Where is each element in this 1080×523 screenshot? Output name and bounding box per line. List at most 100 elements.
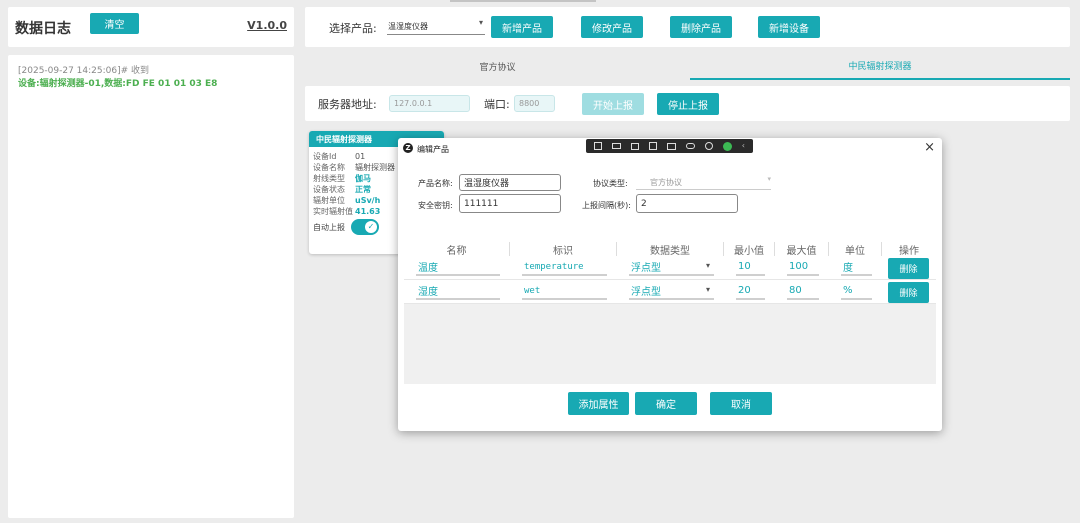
device-card-title: 中民辐射探测器	[316, 134, 372, 144]
attribute-name-field[interactable]: 湿度	[416, 283, 500, 300]
dialog-titlebar: Z 编辑产品 ‹ ×	[398, 138, 942, 158]
edit-product-button[interactable]: 修改产品	[581, 16, 643, 38]
device-info-key: 设备Id	[313, 152, 337, 161]
delete-product-button[interactable]: 删除产品	[670, 16, 732, 38]
add-product-button[interactable]: 新增产品	[491, 16, 553, 38]
gamepad-tool-icon[interactable]	[685, 143, 695, 149]
report-interval-input[interactable]: 2	[636, 194, 738, 213]
window-tool-strip: ‹	[586, 139, 753, 153]
start-report-button[interactable]: 开始上报	[582, 93, 644, 115]
log-entry-time: [2025-09-27 14:25:06]# 收到	[18, 66, 150, 76]
add-attribute-button[interactable]: 添加属性	[568, 392, 629, 415]
server-address-input[interactable]: 127.0.0.1	[389, 95, 470, 112]
port-input[interactable]: 8800	[514, 95, 555, 112]
product-select-value: 温湿度仪器	[388, 22, 428, 31]
confirm-button[interactable]: 确定	[635, 392, 697, 415]
attribute-name-value: 湿度	[418, 287, 438, 298]
cast-tool-icon[interactable]	[630, 142, 639, 150]
protocol-type-label: 协议类型:	[593, 179, 628, 188]
log-title: 数据日志	[15, 21, 71, 37]
server-address-label: 服务器地址:	[318, 98, 377, 111]
collapse-chevron-icon[interactable]: ‹	[742, 142, 745, 150]
auto-report-toggle[interactable]: ✓	[351, 219, 379, 235]
close-icon[interactable]: ×	[924, 140, 935, 155]
table-header-cell: 单位	[829, 242, 882, 257]
device-info-value: 伽马	[355, 174, 371, 183]
protocol-type-select[interactable]: 官方协议 ▾	[636, 175, 771, 190]
log-entry: [2025-09-27 14:25:06]# 收到 设备:辐射探测器-01,数据…	[18, 63, 288, 89]
screen-tool-icon[interactable]	[666, 142, 676, 150]
attribute-min-field[interactable]: 20	[736, 283, 765, 300]
tab-zhongmin-label: 中民辐射探测器	[848, 61, 912, 72]
add-device-button[interactable]: 新增设备	[758, 16, 820, 38]
app-logo-letter: Z	[405, 144, 411, 152]
report-interval-label: 上报间隔(秒):	[582, 201, 631, 210]
attribute-max-field[interactable]: 80	[787, 283, 819, 300]
delete-attribute-button[interactable]: 删除	[888, 258, 929, 279]
product-toolbar: 选择产品: 温湿度仪器 ▾ 新增产品 修改产品 删除产品 新增设备	[305, 7, 1070, 47]
chevron-down-icon: ▾	[767, 175, 771, 183]
attribute-unit-value: 度	[843, 263, 853, 274]
cancel-button[interactable]: 取消	[710, 392, 772, 415]
attribute-id-field[interactable]: wet	[522, 283, 607, 300]
server-bar: 服务器地址: 127.0.0.1 端口: 8800 开始上报 停止上报	[305, 86, 1070, 121]
table-row: 湿度 wet 浮点型 ▾ 20 80% 删除	[404, 280, 936, 304]
device-info-key: 设备状态	[313, 185, 345, 194]
attribute-type-value: 浮点型	[631, 263, 661, 274]
attribute-type-value: 浮点型	[631, 287, 661, 298]
tab-zhongmin[interactable]: 中民辐射探测器	[690, 52, 1070, 80]
device-info-value: 41.63	[355, 207, 381, 216]
attribute-min-field[interactable]: 10	[736, 259, 765, 276]
select-product-label: 选择产品:	[329, 22, 377, 35]
top-indicator-bar	[450, 0, 596, 2]
video-tool-icon[interactable]	[611, 143, 621, 149]
product-name-input[interactable]: 温湿度仪器	[459, 174, 561, 191]
table-header-cell: 最小值	[724, 242, 775, 257]
product-select[interactable]: 温湿度仪器 ▾	[387, 18, 485, 35]
log-header-panel: 数据日志 清空 V1.0.0	[8, 7, 294, 47]
attribute-type-field[interactable]: 浮点型 ▾	[629, 259, 714, 276]
tab-official[interactable]: 官方协议	[305, 52, 690, 80]
attribute-min-value: 20	[738, 285, 751, 296]
device-info-key: 辐射单位	[313, 196, 345, 205]
app-logo-icon: Z	[403, 143, 413, 153]
clear-button[interactable]: 清空	[90, 13, 139, 34]
attribute-unit-field[interactable]: %	[841, 283, 872, 300]
delete-attribute-button[interactable]: 删除	[888, 282, 929, 303]
attribute-id-value: temperature	[524, 261, 584, 272]
version-link[interactable]: V1.0.0	[247, 19, 287, 32]
table-header-cell: 操作	[899, 246, 919, 257]
attribute-name-field[interactable]: 温度	[416, 259, 500, 276]
secret-key-input[interactable]: 111111	[459, 194, 561, 213]
tab-official-label: 官方协议	[479, 62, 516, 73]
secret-key-label: 安全密钥:	[418, 201, 453, 210]
stop-report-button[interactable]: 停止上报	[657, 93, 719, 115]
attribute-unit-value: %	[843, 285, 853, 296]
attribute-max-value: 80	[789, 285, 802, 296]
auto-report-label: 自动上报	[313, 222, 345, 232]
table-header-cell: 标识	[510, 242, 617, 257]
attribute-min-value: 10	[738, 261, 751, 272]
device-info-value: 01	[355, 152, 366, 161]
accessibility-tool-icon[interactable]	[704, 142, 713, 150]
table-header-cell: 名称	[404, 242, 510, 257]
edit-product-dialog: Z 编辑产品 ‹ × 产品名称: 温湿度仪器 协议类型: 官方协议 ▾ 安全密钥…	[398, 138, 942, 431]
log-body-panel: [2025-09-27 14:25:06]# 收到 设备:辐射探测器-01,数据…	[8, 55, 294, 518]
protocol-type-value: 官方协议	[650, 178, 682, 187]
device-info-key: 射线类型	[313, 174, 345, 183]
table-header-cell: 数据类型	[617, 242, 724, 257]
window-tool-icon[interactable]	[648, 142, 657, 150]
attribute-type-field[interactable]: 浮点型 ▾	[629, 283, 714, 300]
device-info-value: 辐射探测器	[355, 163, 395, 172]
attribute-table: 名称 标识 数据类型 最小值 最大值 单位 操作 温度 temperature 浮点型 ▾ 10 10…	[404, 240, 936, 384]
toggle-knob: ✓	[365, 221, 377, 233]
chevron-down-icon: ▾	[478, 18, 483, 27]
attribute-max-field[interactable]: 100	[787, 259, 819, 276]
check-circle-icon[interactable]	[722, 141, 732, 151]
attribute-id-field[interactable]: temperature	[522, 259, 607, 276]
capture-tool-icon[interactable]	[593, 142, 602, 150]
device-info-value: 正常	[355, 185, 371, 194]
attribute-id-value: wet	[524, 285, 541, 296]
attribute-unit-field[interactable]: 度	[841, 259, 872, 276]
table-header-cell: 最大值	[775, 242, 829, 257]
